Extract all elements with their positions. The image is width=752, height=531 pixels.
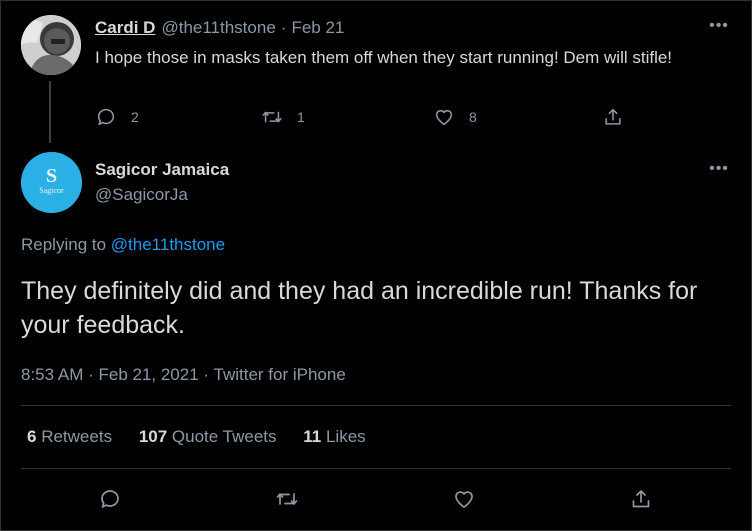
tweet-date[interactable]: Feb 21 [291,18,344,37]
replying-prefix: Replying to [21,235,111,254]
more-icon[interactable]: ••• [707,161,731,180]
more-icon[interactable]: ••• [707,18,731,37]
like-button[interactable]: 8 [433,105,477,129]
replying-to-link[interactable]: @the11thstone [111,235,225,254]
retweet-count: 1 [297,109,305,125]
separator-dot: · [198,365,214,384]
reply-icon [97,108,115,126]
quote-count: 107 [138,427,168,446]
avatar[interactable]: S Sagicor [21,152,82,213]
parent-tweet-actions: 2 1 8 [95,105,635,129]
sagicor-logo: S Sagicor [21,152,82,213]
avatar-photo [21,15,81,75]
tweet-detail-view: Cardi D @the11thstone · Feb 21 ••• I hope t… [0,0,752,531]
likes-stat[interactable]: 11 Likes [303,427,365,446]
divider [21,468,731,469]
like-icon [455,491,473,508]
like-button[interactable] [452,487,476,511]
retweet-icon [276,493,298,505]
retweet-button[interactable] [275,487,299,511]
retweets-stat[interactable]: 6 Retweets [27,427,112,446]
share-button[interactable] [629,487,653,511]
author-handle[interactable]: @the11thstone [161,18,275,37]
quote-tweets-stat[interactable]: 107 Quote Tweets [139,427,277,446]
thread-line [49,81,51,143]
retweets-label: Retweets [41,427,113,446]
tweet-date[interactable]: Feb 21, 2021 [98,365,198,384]
retweet-icon [262,111,282,123]
tweet-time[interactable]: 8:53 AM [21,365,83,384]
share-icon [605,108,621,125]
parent-tweet-text: I hope those in masks taken them off whe… [95,48,673,67]
tweet-source[interactable]: Twitter for iPhone [214,365,346,384]
like-icon [435,109,453,126]
divider [21,405,731,406]
logo-text: Sagicor [39,186,64,195]
parent-tweet[interactable]: Cardi D @the11thstone · Feb 21 ••• I hope t… [1,1,751,143]
separator-dot: · [280,18,287,37]
share-icon [632,490,650,508]
tweet-actions [1,487,751,511]
author-handle[interactable]: @SagicorJa [95,185,188,205]
replying-to: Replying to @the11thstone [21,235,225,255]
retweets-count: 6 [27,427,37,446]
reply-button[interactable]: 2 [95,105,139,129]
avatar[interactable] [21,15,81,75]
parent-tweet-header: Cardi D @the11thstone · Feb 21 [95,17,344,39]
likes-label: Likes [325,427,366,446]
author-name[interactable]: Sagicor Jamaica [95,160,229,180]
tweet-text: They definitely did and they had an incr… [21,277,698,339]
tweet-timestamp: 8:53 AM · Feb 21, 2021 · Twitter for iPh… [21,365,346,385]
reply-count: 2 [131,109,139,125]
separator-dot: · [83,365,99,384]
author-name[interactable]: Cardi D [95,18,155,37]
tweet-stats: 6 Retweets 107 Quote Tweets 11 Likes [27,427,388,447]
share-button[interactable] [602,105,624,129]
retweet-button[interactable]: 1 [261,105,305,129]
quote-label: Quote Tweets [171,427,277,446]
logo-letter: S [46,165,57,187]
likes-count: 11 [303,427,322,446]
like-count: 8 [469,109,477,125]
reply-icon [101,490,119,508]
reply-button[interactable] [98,487,122,511]
